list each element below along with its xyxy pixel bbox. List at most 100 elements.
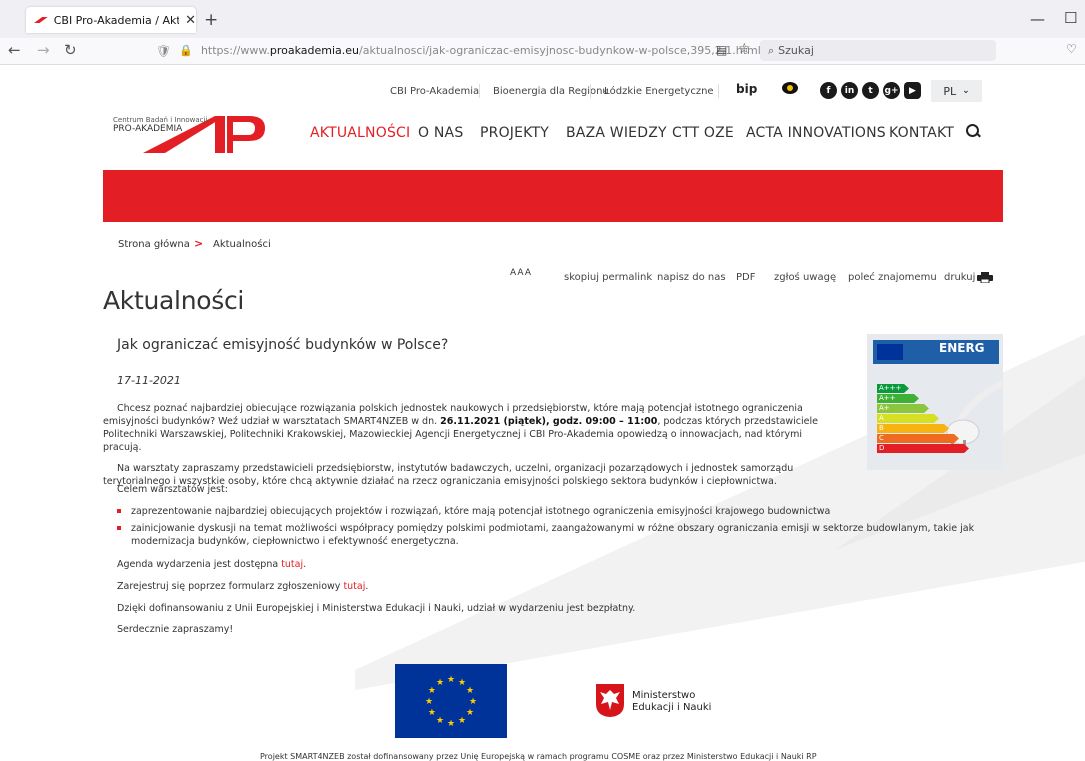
youtube-icon[interactable]: ▶ <box>904 82 921 99</box>
page-title: Aktualności <box>103 286 245 315</box>
menu-item-o-nas[interactable]: O NAS <box>418 125 463 141</box>
browser-tab[interactable]: CBI Pro-Akademia / Aktualnośc ✕ <box>26 7 196 33</box>
top-link-lodzkie[interactable]: Łódzkie Energetyczne <box>604 86 714 97</box>
agenda-end: . <box>303 559 307 570</box>
address-bar[interactable]: 🛡 🔒 https://www.proakademia.eu/aktualnos… <box>150 40 761 61</box>
eu-star: ★ <box>469 697 477 707</box>
bip-link[interactable]: bip <box>736 82 757 96</box>
recommend-link[interactable]: poleć znajomemu <box>848 272 937 283</box>
reload-icon[interactable]: ↻ <box>64 41 77 59</box>
tab-title: CBI Pro-Akademia / Aktualnośc <box>53 13 180 27</box>
copy-permalink-link[interactable]: skopiuj permalink <box>564 272 652 283</box>
maximize-window-icon[interactable]: ☐ <box>1064 9 1077 27</box>
register-text: Zarejestruj się poprzez formularz zgłosz… <box>117 581 344 592</box>
closing-text: Serdecznie zapraszamy! <box>117 624 234 635</box>
menu-item-acta-innovations[interactable]: ACTA INNOVATIONS <box>746 125 886 141</box>
browser-search-field[interactable]: ⌕ Szukaj <box>760 40 996 61</box>
article-title: Jak ograniczać emisyjność budynków w Pol… <box>117 337 449 353</box>
site-favicon-icon <box>34 17 48 23</box>
energy-class-bar: A+++ <box>877 384 909 393</box>
energy-class-bar: C <box>877 434 959 443</box>
list-item: zainicjowanie dyskusji na temat możliwoś… <box>117 522 977 548</box>
agenda-text: Agenda wydarzenia jest dostępna <box>117 559 282 570</box>
register-end: . <box>365 581 369 592</box>
eu-star: ★ <box>466 708 474 718</box>
lock-icon[interactable]: 🔒 <box>179 44 193 57</box>
menu-item-kontakt[interactable]: KONTAKT <box>889 125 954 141</box>
site-search-icon[interactable] <box>966 124 979 137</box>
energy-class-bar: D <box>877 444 969 453</box>
eu-star: ★ <box>428 708 436 718</box>
eu-star: ★ <box>447 719 455 729</box>
eu-star: ★ <box>436 716 444 726</box>
linkedin-icon[interactable]: in <box>841 82 858 99</box>
article-paragraph-1: Chcesz poznać najbardziej obiecujące roz… <box>103 402 843 454</box>
register-link[interactable]: tutaj <box>343 581 365 592</box>
font-size-text: AAA <box>510 268 532 278</box>
goal-list: zaprezentowanie najbardziej obiecujących… <box>117 505 977 548</box>
energy-label-image: ENERG A+++ A++ A+ A B C D <box>867 334 1003 470</box>
url-text[interactable]: https://www.proakademia.eu/aktualnosci/j… <box>201 44 761 57</box>
write-to-us-link[interactable]: napisz do nas <box>657 272 726 283</box>
printer-icon[interactable] <box>977 272 993 283</box>
search-placeholder: Szukaj <box>778 44 814 57</box>
goal-intro: Celem warsztatów jest: <box>117 484 228 495</box>
top-link-bioenergia[interactable]: Bioenergia dla Regionu <box>493 86 609 97</box>
polish-eagle-icon <box>594 682 626 718</box>
chevron-down-icon: ⌄ <box>962 86 970 96</box>
print-link[interactable]: drukuj <box>944 272 975 283</box>
eu-star: ★ <box>458 716 466 726</box>
language-value: PL <box>943 84 957 98</box>
reader-view-icon[interactable]: ▤ <box>716 43 727 57</box>
menu-item-aktualnosci[interactable]: AKTUALNOŚCI <box>310 125 410 141</box>
bookmark-star-icon[interactable]: ☆ <box>738 41 751 57</box>
eu-stars-icon: ★ ★★★★★★★★★★★ <box>425 675 477 729</box>
eu-star: ★ <box>458 678 466 688</box>
article-body: Chcesz poznać najbardziej obiecujące roz… <box>103 402 843 496</box>
eu-star: ★ <box>466 686 474 696</box>
energy-class-bar: B <box>877 424 949 433</box>
energy-label-heading: ENERG <box>939 341 985 355</box>
url-prefix: https://www. <box>200 44 270 57</box>
footer-funding-note: Projekt SMART4NZEB został dofinansowany … <box>260 752 817 761</box>
pdf-link[interactable]: PDF <box>736 272 755 283</box>
eu-star: ★ <box>436 678 444 688</box>
twitter-icon[interactable]: t <box>862 82 879 99</box>
minimize-window-icon[interactable]: — <box>1030 10 1045 28</box>
energy-class-bar: A <box>877 414 939 423</box>
energy-class-bar: A++ <box>877 394 919 403</box>
breadcrumb-separator: > <box>194 237 204 250</box>
menu-item-ctt-oze[interactable]: CTT OZE <box>672 125 734 141</box>
facebook-icon[interactable]: f <box>820 82 837 99</box>
pocket-icon[interactable]: ♡ <box>1066 42 1077 56</box>
eu-star: ★ <box>425 697 433 707</box>
top-link-divider <box>590 84 591 98</box>
new-tab-button[interactable]: + <box>204 10 218 30</box>
list-item-text: zainicjowanie dyskusji na temat możliwoś… <box>131 523 975 547</box>
language-selector[interactable]: PL ⌄ <box>931 80 982 102</box>
hero-banner <box>103 170 1003 222</box>
accessibility-eye-icon[interactable] <box>782 82 798 94</box>
site-logo[interactable]: Centrum Badań i Innowacji PRO-AKADEMIA <box>103 108 273 153</box>
font-size-switcher[interactable]: AAA <box>510 268 532 278</box>
top-link-cbi[interactable]: CBI Pro-Akademia <box>390 86 479 97</box>
report-issue-link[interactable]: zgłoś uwagę <box>774 272 836 283</box>
agenda-link[interactable]: tutaj <box>281 559 303 570</box>
google-plus-icon[interactable]: g+ <box>883 82 900 99</box>
shield-icon[interactable]: 🛡 <box>156 44 171 58</box>
bullet-marker <box>117 509 121 513</box>
breadcrumb-home[interactable]: Strona główna <box>118 239 190 250</box>
browser-navigation-bar: ← → ↻ 🛡 🔒 https://www.proakademia.eu/akt… <box>0 38 1085 65</box>
ministry-name-line2: Edukacji i Nauki <box>632 702 712 713</box>
energy-class-bar: A+ <box>877 404 929 413</box>
list-item-text: zaprezentowanie najbardziej obiecujących… <box>131 506 831 517</box>
menu-item-projekty[interactable]: PROJEKTY <box>480 125 549 141</box>
ministry-name-line1: Ministerstwo <box>632 690 696 701</box>
url-path: /aktualnosci/jak-ograniczac-emisyjnosc-b… <box>359 44 761 57</box>
eu-star: ★ <box>447 675 455 685</box>
menu-item-baza-wiedzy[interactable]: BAZA WIEDZY <box>566 125 667 141</box>
tab-close-icon[interactable]: ✕ <box>185 13 196 28</box>
back-arrow-icon[interactable]: ← <box>8 41 21 59</box>
search-icon: ⌕ <box>768 43 775 57</box>
forward-arrow-icon[interactable]: → <box>37 41 50 59</box>
